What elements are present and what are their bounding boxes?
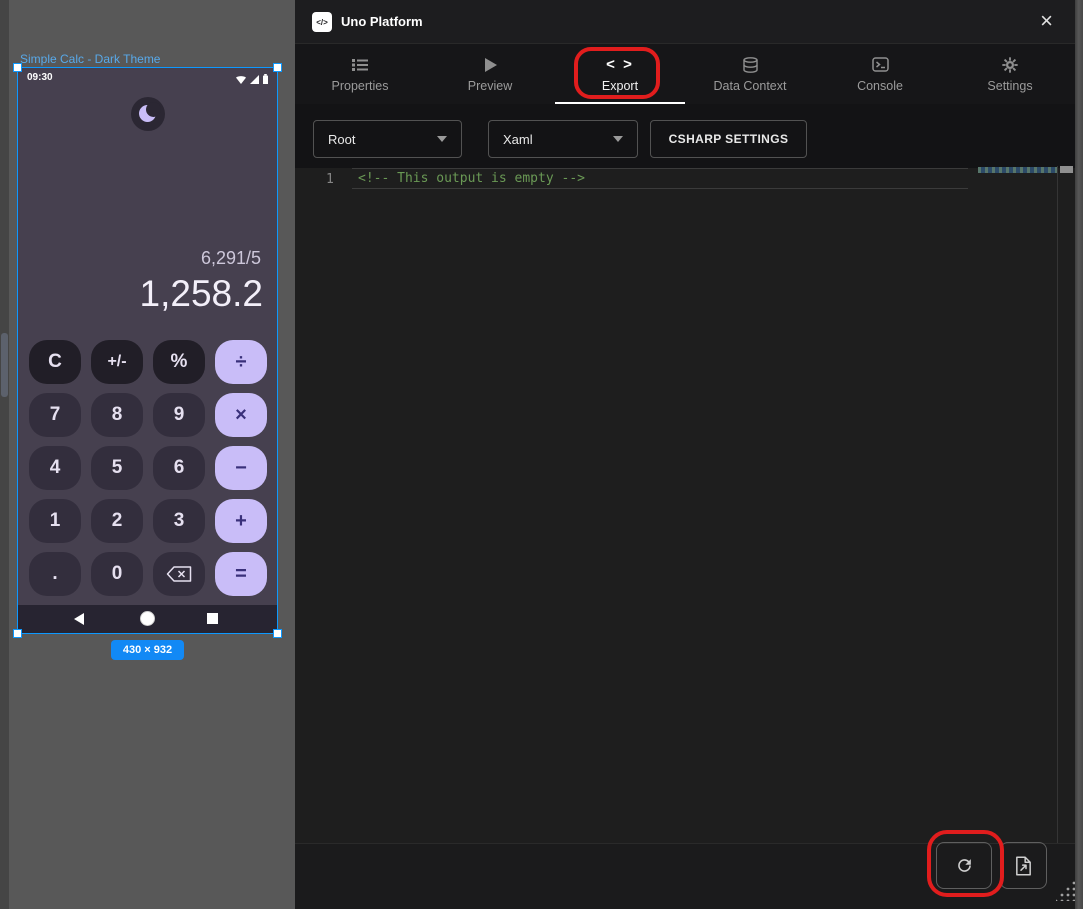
panel-footer (295, 843, 1083, 909)
tab-bar: Properties Preview < > Export Data Conte… (295, 44, 1075, 104)
list-icon (352, 56, 368, 74)
tab-data-context[interactable]: Data Context (685, 44, 815, 104)
status-icons (236, 74, 268, 84)
key-7[interactable]: 7 (29, 393, 81, 437)
refresh-icon (955, 856, 974, 875)
key-plus[interactable]: + (215, 499, 267, 543)
key-plusminus[interactable]: +/- (91, 340, 143, 384)
format-dropdown-value: Xaml (503, 132, 533, 147)
terminal-icon (872, 56, 889, 74)
key-multiply[interactable]: × (215, 393, 267, 437)
export-file-icon (1015, 856, 1032, 876)
battery-icon (263, 74, 268, 84)
tab-label: Settings (987, 79, 1032, 93)
editor-divider (1057, 166, 1058, 843)
android-navbar (18, 605, 277, 633)
dimension-badge: 430 × 932 (111, 640, 184, 660)
code-icon: < > (606, 56, 634, 74)
wifi-icon (236, 75, 246, 84)
tab-console[interactable]: Console (815, 44, 945, 104)
chevron-down-icon (613, 136, 623, 142)
chevron-down-icon (437, 136, 447, 142)
selection-handle-top-left[interactable] (13, 63, 22, 72)
gear-icon (1002, 56, 1018, 74)
selection-handle-bottom-right[interactable] (273, 629, 282, 638)
key-2[interactable]: 2 (91, 499, 143, 543)
tab-preview[interactable]: Preview (425, 44, 555, 104)
status-time: 09:30 (27, 72, 53, 83)
panel-header: </> Uno Platform × (295, 0, 1083, 44)
key-equals[interactable]: = (215, 552, 267, 596)
calculator-keypad: C +/- % ÷ 7 8 9 × 4 5 6 − 1 2 3 + . 0 (29, 340, 267, 596)
key-9[interactable]: 9 (153, 393, 205, 437)
tab-settings[interactable]: Settings (945, 44, 1075, 104)
refresh-button[interactable] (936, 842, 992, 889)
key-8[interactable]: 8 (91, 393, 143, 437)
uno-platform-panel: </> Uno Platform × Properties Preview < … (295, 0, 1083, 909)
code-line-1: <!-- This output is empty --> (358, 171, 585, 186)
minimap-slider[interactable] (978, 167, 1057, 173)
key-5[interactable]: 5 (91, 446, 143, 490)
window-right-edge[interactable] (1075, 0, 1083, 909)
key-3[interactable]: 3 (153, 499, 205, 543)
canvas-edge-marker (1, 333, 8, 397)
line-number: 1 (326, 172, 334, 187)
calc-expression: 6,291/5 (201, 248, 261, 269)
tab-label: Preview (468, 79, 512, 93)
key-decimal[interactable]: . (29, 552, 81, 596)
key-divide[interactable]: ÷ (215, 340, 267, 384)
key-clear[interactable]: C (29, 340, 81, 384)
code-editor[interactable]: 1 <!-- This output is empty --> (295, 168, 1083, 843)
database-icon (743, 56, 758, 74)
status-bar: 09:30 (18, 68, 277, 90)
theme-toggle-button[interactable] (131, 97, 165, 131)
signal-icon (250, 75, 259, 84)
key-6[interactable]: 6 (153, 446, 205, 490)
design-canvas[interactable]: Simple Calc - Dark Theme 09:30 6,291/5 1… (0, 0, 295, 909)
key-backspace[interactable] (153, 552, 205, 596)
frame-title[interactable]: Simple Calc - Dark Theme (20, 52, 160, 66)
tab-label: Data Context (714, 79, 787, 93)
scope-dropdown-value: Root (328, 132, 355, 147)
selection-handle-top-right[interactable] (273, 63, 282, 72)
backspace-icon (166, 566, 192, 582)
tab-label: Console (857, 79, 903, 93)
canvas-left-edge (0, 0, 9, 909)
close-icon[interactable]: × (1040, 8, 1053, 34)
selection-handle-bottom-left[interactable] (13, 629, 22, 638)
scope-dropdown[interactable]: Root (313, 120, 462, 158)
tab-properties[interactable]: Properties (295, 44, 425, 104)
key-4[interactable]: 4 (29, 446, 81, 490)
csharp-settings-button[interactable]: CSHARP SETTINGS (650, 120, 807, 158)
phone-frame[interactable]: 09:30 6,291/5 1,258.2 C +/- % ÷ 7 8 (18, 68, 277, 633)
export-file-button[interactable] (1000, 842, 1047, 889)
scrollbar-thumb[interactable] (1060, 166, 1073, 173)
panel-title: Uno Platform (341, 14, 423, 29)
uno-logo-icon: </> (312, 12, 332, 32)
key-minus[interactable]: − (215, 446, 267, 490)
tab-export[interactable]: < > Export (555, 44, 685, 104)
tab-label: Properties (332, 79, 389, 93)
export-toolbar: Root Xaml CSHARP SETTINGS (295, 104, 1083, 168)
tab-label: Export (602, 79, 638, 93)
format-dropdown[interactable]: Xaml (488, 120, 638, 158)
app-window: Simple Calc - Dark Theme 09:30 6,291/5 1… (0, 0, 1083, 909)
home-icon[interactable] (141, 612, 154, 625)
key-0[interactable]: 0 (91, 552, 143, 596)
key-1[interactable]: 1 (29, 499, 81, 543)
key-percent[interactable]: % (153, 340, 205, 384)
back-icon[interactable] (74, 613, 84, 625)
recents-icon[interactable] (207, 613, 218, 624)
play-icon (484, 56, 497, 74)
calc-result: 1,258.2 (140, 273, 263, 315)
